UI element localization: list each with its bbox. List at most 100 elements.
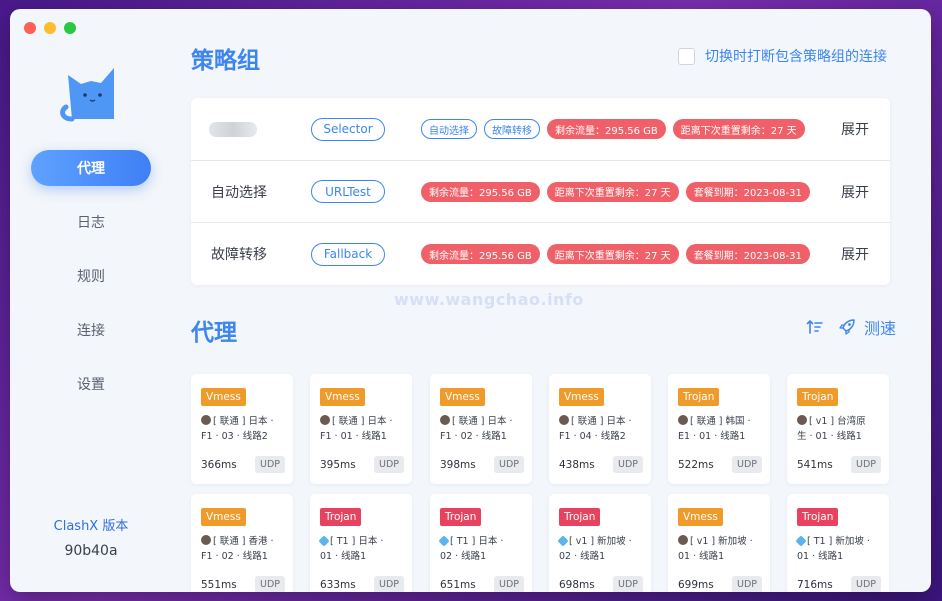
robot-icon	[201, 535, 211, 545]
outline-tag: 自动选择	[421, 119, 477, 139]
proxy-type-badge: Trojan	[320, 508, 362, 526]
expand-button[interactable]: 展开	[841, 182, 869, 202]
proxy-latency: 651ms	[440, 579, 476, 591]
proxy-name-line2: 01 · 线路1	[320, 551, 367, 562]
udp-badge: UDP	[732, 576, 762, 592]
policy-group-list: Selector 自动选择 故障转移 剩余流量：295.56 GB 距离下次重置…	[191, 98, 890, 285]
expand-button[interactable]: 展开	[841, 119, 869, 139]
robot-icon	[678, 535, 688, 545]
proxy-type-badge: Trojan	[440, 508, 482, 526]
nav-item-connections[interactable]: 连接	[31, 312, 151, 348]
udp-badge: UDP	[494, 456, 524, 473]
app-window: 代理 日志 规则 连接 设置 ClashX 版本 90b40a 策略组 切换时打…	[10, 9, 931, 592]
proxy-name-line2: F1 · 02 · 线路1	[201, 551, 268, 562]
version-label: ClashX 版本	[53, 519, 129, 534]
proxy-type-badge: Vmess	[678, 508, 723, 526]
proxy-type-badge: Vmess	[320, 388, 365, 406]
group-tags: 剩余流量：295.56 GB 距离下次重置剩余：27 天 套餐到期：2023-0…	[421, 244, 810, 264]
robot-icon	[678, 415, 688, 425]
nav-item-rules[interactable]: 规则	[31, 258, 151, 294]
sort-icon[interactable]	[806, 318, 824, 336]
proxy-name: [ 联通 ] 日本 · F1 · 03 · 线路2	[201, 414, 289, 444]
info-tag: 套餐到期：2023-08-31	[685, 244, 810, 264]
udp-badge: UDP	[732, 456, 762, 473]
proxy-name: [ T1 ] 新加坡 · 01 · 线路1	[795, 534, 885, 564]
proxies-title: 代理	[191, 320, 237, 346]
gem-icon	[557, 535, 569, 547]
udp-badge: UDP	[255, 576, 285, 592]
gem-icon	[795, 535, 807, 547]
watermark: www.wangchao.info	[394, 290, 584, 309]
group-tags: 自动选择 故障转移 剩余流量：295.56 GB 距离下次重置剩余：27 天	[421, 119, 805, 139]
udp-badge: UDP	[255, 456, 285, 473]
proxy-name-line1: [ T1 ] 日本 ·	[330, 536, 384, 547]
proxy-name-line2: 02 · 线路1	[440, 551, 487, 562]
proxy-name-line2: F1 · 03 · 线路2	[201, 431, 268, 442]
group-name: 故障转移	[211, 247, 267, 263]
proxy-card[interactable]: Vmess [ v1 ] 新加坡 · 01 · 线路1 699ms UDP	[668, 494, 770, 592]
proxy-card[interactable]: Vmess [ 联通 ] 日本 · F1 · 02 · 线路1 398ms UDP	[430, 374, 532, 484]
proxy-type-badge: Trojan	[797, 508, 839, 526]
proxy-card[interactable]: Vmess [ 联通 ] 日本 · F1 · 01 · 线路1 395ms UDP	[310, 374, 412, 484]
proxy-name: [ v1 ] 新加坡 · 01 · 线路1	[678, 534, 766, 564]
proxy-name-line1: [ T1 ] 日本 ·	[450, 536, 504, 547]
proxy-name-line1: [ 联通 ] 韩国 ·	[690, 416, 751, 427]
proxy-latency: 522ms	[678, 459, 714, 471]
proxy-type-badge: Vmess	[201, 388, 246, 406]
proxy-name-line1: [ v1 ] 新加坡 ·	[569, 536, 632, 547]
gem-icon	[318, 535, 330, 547]
speed-test-label: 测速	[864, 319, 897, 338]
proxy-name-line1: [ v1 ] 台湾原	[809, 416, 866, 427]
proxy-name: [ T1 ] 日本 · 02 · 线路1	[438, 534, 528, 564]
proxy-name-line1: [ 联通 ] 日本 ·	[452, 416, 513, 427]
udp-badge: UDP	[613, 576, 643, 592]
interrupt-connections-toggle[interactable]: 切换时打断包含策略组的连接	[678, 46, 887, 66]
proxy-card[interactable]: Trojan [ v1 ] 台湾原生 · 01 · 线路1 541ms UDP	[787, 374, 889, 484]
nav-item-proxy[interactable]: 代理	[31, 150, 151, 186]
proxy-card[interactable]: Trojan [ T1 ] 日本 · 02 · 线路1 651ms UDP	[430, 494, 532, 592]
proxy-card[interactable]: Trojan [ T1 ] 日本 · 01 · 线路1 633ms UDP	[310, 494, 412, 592]
policy-group-row[interactable]: 自动选择 URLTest 剩余流量：295.56 GB 距离下次重置剩余：27 …	[191, 160, 890, 222]
info-tag: 剩余流量：295.56 GB	[547, 119, 666, 139]
proxy-name-line2: 生 · 01 · 线路1	[797, 431, 862, 442]
proxy-name: [ 联通 ] 韩国 · E1 · 01 · 线路1	[678, 414, 766, 444]
proxy-card[interactable]: Trojan [ v1 ] 新加坡 · 02 · 线路1 698ms UDP	[549, 494, 651, 592]
robot-icon	[201, 415, 211, 425]
interrupt-checkbox[interactable]	[678, 47, 695, 65]
udp-badge: UDP	[613, 456, 643, 473]
proxy-card[interactable]: Vmess [ 联通 ] 香港 · F1 · 02 · 线路1 551ms UDP	[191, 494, 293, 592]
interrupt-label: 切换时打断包含策略组的连接	[705, 49, 887, 65]
group-tags: 剩余流量：295.56 GB 距离下次重置剩余：27 天 套餐到期：2023-0…	[421, 181, 810, 202]
gem-icon	[438, 535, 450, 547]
proxy-latency: 716ms	[797, 579, 833, 591]
nav-item-settings[interactable]: 设置	[31, 366, 151, 402]
expand-button[interactable]: 展开	[841, 244, 869, 264]
proxy-latency: 699ms	[678, 579, 714, 591]
proxy-card[interactable]: Vmess [ 联通 ] 日本 · F1 · 03 · 线路2 366ms UDP	[191, 374, 293, 484]
proxy-name-line2: F1 · 01 · 线路1	[320, 431, 387, 442]
group-name: 自动选择	[211, 184, 267, 201]
speed-test-button[interactable]: 测速	[838, 315, 896, 339]
info-tag: 距离下次重置剩余：27 天	[546, 181, 679, 202]
proxy-name-line2: 01 · 线路1	[797, 551, 844, 562]
proxy-latency: 366ms	[201, 459, 237, 471]
policy-group-row[interactable]: 故障转移 Fallback 剩余流量：295.56 GB 距离下次重置剩余：27…	[191, 222, 890, 285]
proxy-type-badge: Trojan	[559, 508, 601, 526]
proxy-latency: 698ms	[559, 579, 595, 591]
proxy-card[interactable]: Trojan [ 联通 ] 韩国 · E1 · 01 · 线路1 522ms UDP	[668, 374, 770, 484]
clashx-cat-logo-icon	[60, 68, 114, 122]
outline-tag: 故障转移	[484, 119, 540, 139]
info-tag: 剩余流量：295.56 GB	[421, 181, 540, 202]
proxy-card[interactable]: Trojan [ T1 ] 新加坡 · 01 · 线路1 716ms UDP	[787, 494, 889, 592]
proxy-name-line2: 02 · 线路1	[559, 551, 606, 562]
proxy-name: [ T1 ] 日本 · 01 · 线路1	[318, 534, 408, 564]
nav-item-logs[interactable]: 日志	[31, 204, 151, 240]
nav-label: 代理	[77, 161, 105, 177]
proxy-name: [ v1 ] 新加坡 · 02 · 线路1	[557, 534, 647, 564]
policy-group-row[interactable]: Selector 自动选择 故障转移 剩余流量：295.56 GB 距离下次重置…	[191, 98, 890, 160]
proxy-card[interactable]: Vmess [ 联通 ] 日本 · F1 · 04 · 线路2 438ms UDP	[549, 374, 651, 484]
robot-icon	[440, 415, 450, 425]
proxy-name: [ 联通 ] 日本 · F1 · 02 · 线路1	[440, 414, 528, 444]
nav-label: 设置	[77, 377, 105, 393]
main-content: 策略组 切换时打断包含策略组的连接 Selector 自动选择 故障转移 剩余流…	[172, 9, 931, 592]
